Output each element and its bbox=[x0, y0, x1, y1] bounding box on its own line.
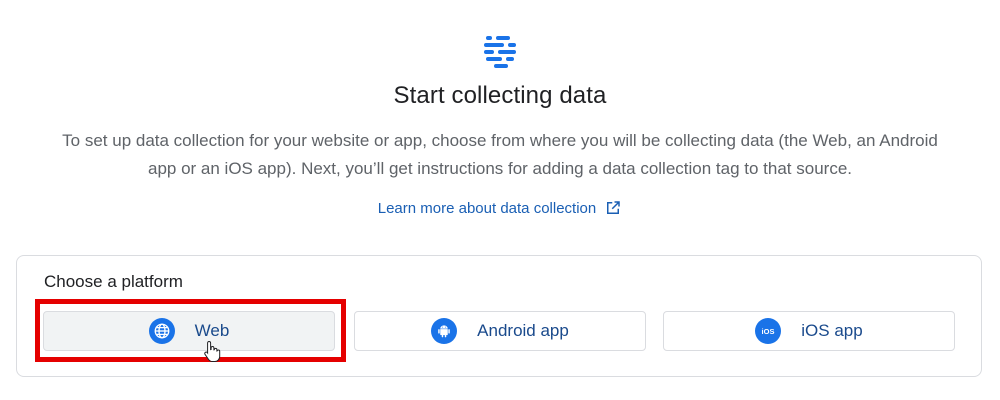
description-text: To set up data collection for your websi… bbox=[62, 131, 938, 178]
ios-icon: iOS bbox=[755, 318, 782, 344]
globe-icon bbox=[148, 318, 175, 344]
choose-platform-label: Choose a platform bbox=[44, 272, 183, 291]
android-platform-button[interactable]: Android app bbox=[354, 311, 646, 351]
hand-cursor-icon bbox=[204, 340, 221, 362]
ios-platform-label: iOS app bbox=[801, 321, 863, 340]
learn-more-link[interactable]: Learn more about data collection bbox=[378, 199, 622, 217]
android-platform-label: Android app bbox=[477, 321, 569, 340]
svg-text:iOS: iOS bbox=[762, 327, 775, 336]
ios-platform-button[interactable]: iOS iOS app bbox=[663, 311, 955, 351]
open-in-new-icon bbox=[607, 201, 620, 214]
web-platform-button[interactable]: Web bbox=[43, 311, 335, 351]
platform-card: Choose a platform Web Android app iOS iO… bbox=[16, 255, 982, 377]
data-stream-icon bbox=[484, 36, 516, 68]
learn-more-row: Learn more about data collection bbox=[0, 199, 1000, 217]
web-platform-label: Web bbox=[194, 321, 230, 340]
page: Start collecting data To set up data col… bbox=[0, 0, 1000, 400]
android-icon bbox=[431, 318, 458, 344]
page-title: Start collecting data bbox=[393, 82, 607, 109]
learn-more-label: Learn more about data collection bbox=[377, 199, 597, 217]
